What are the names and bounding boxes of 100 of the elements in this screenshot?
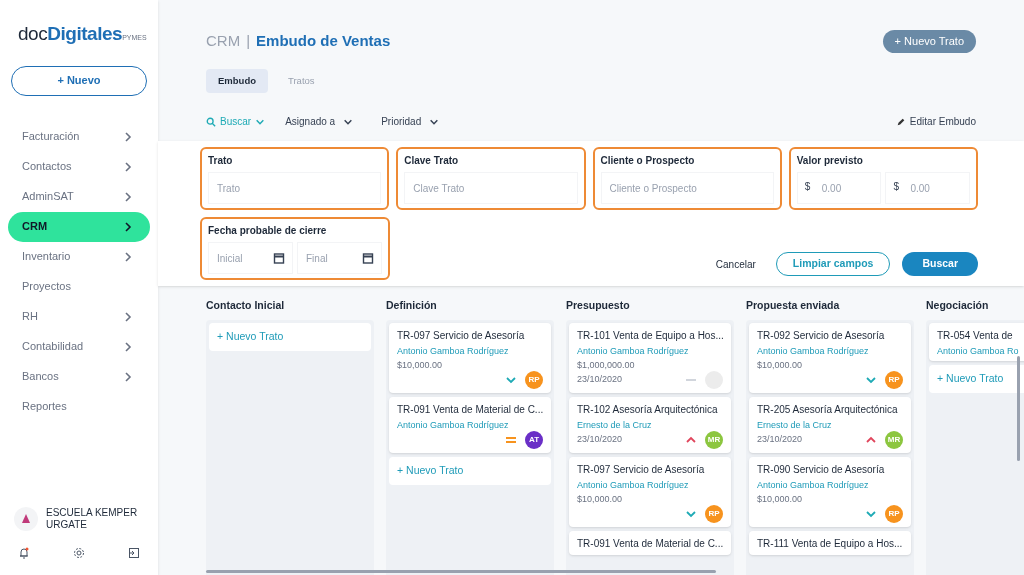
chevron-right-icon (122, 340, 134, 353)
vertical-scrollbar[interactable] (1017, 356, 1020, 461)
search-icon (206, 116, 216, 127)
avatar: RP (705, 504, 723, 523)
filter-dropdown[interactable]: Prioridad (381, 114, 440, 129)
account-avatar (14, 507, 38, 531)
chevron-right-icon (122, 310, 134, 323)
date-field[interactable]: Final (297, 242, 382, 274)
deal-card[interactable]: TR-091 Venta de Material de C... Antonio Gamboa Rodríguez AT (389, 396, 551, 453)
date-field[interactable]: Inicial (208, 242, 293, 274)
search-button[interactable]: Buscar (902, 252, 978, 276)
input-field[interactable]: Cliente o Prospecto (600, 172, 774, 204)
deal-card[interactable]: TR-102 Asesoría Arquitectónica Ernesto de la Cruz 23/10/2020 MR (569, 396, 731, 453)
deal-title: TR-102 Asesoría Arquitectónica (577, 402, 719, 417)
client-name[interactable]: Antonio Gamboa Rodríguez (577, 478, 723, 491)
deal-card[interactable]: TR-205 Asesoría Arquitectónica Ernesto de la Cruz 23/10/2020 MR (749, 396, 911, 453)
field-label: Fecha probable de cierre (208, 224, 328, 238)
sidebar-item[interactable]: AdminSAT (8, 181, 150, 212)
settings-icon[interactable] (73, 547, 85, 559)
chevron-right-icon (122, 250, 134, 263)
chevron-right-icon (122, 370, 134, 383)
deal-title: TR-092 Servicio de Asesoría (757, 328, 886, 343)
cancel-button[interactable]: Cancelar (707, 256, 764, 272)
currency-symbol: $ (804, 181, 811, 193)
account-name: ESCUELA KEMPER URGATE (46, 507, 139, 531)
column-title: Negociación (926, 298, 990, 313)
field-label: Valor previsto (796, 154, 864, 168)
deal-title: TR-091 Venta de Material de C... (577, 536, 723, 551)
avatar: RP (885, 504, 903, 523)
sidebar-item[interactable]: Contactos (8, 151, 150, 182)
deal-amount: $10,000.00 (757, 358, 804, 371)
sidebar-item[interactable]: Contabilidad (8, 331, 150, 362)
add-deal-button[interactable]: + Nuevo Trato (209, 322, 371, 351)
deal-amount: $1,000,000.00 (577, 358, 636, 371)
avatar: MR (705, 430, 723, 449)
client-name[interactable]: Ernesto de la Cruz (577, 418, 723, 431)
deal-date: 23/10/2020 (757, 433, 803, 446)
column-title: Contacto Inicial (206, 298, 286, 313)
sidebar-item[interactable]: Reportes (8, 391, 150, 422)
new-deal-button[interactable]: + Nuevo Trato (882, 30, 976, 53)
deal-card[interactable]: TR-091 Venta de Material de C... (569, 530, 731, 555)
currency-symbol: $ (893, 181, 899, 193)
sidebar-item[interactable]: CRM (8, 211, 150, 242)
deal-date: 23/10/2020 (577, 433, 623, 446)
client-name[interactable]: Antonio Gamboa Rodríguez (577, 344, 723, 357)
horizontal-scrollbar[interactable] (206, 570, 716, 573)
sidebar-item[interactable]: Bancos (8, 361, 150, 392)
add-deal-button[interactable]: + Nuevo Trato (929, 364, 1024, 393)
deal-card[interactable]: TR-092 Servicio de Asesoría Antonio Gamboa Rodríguez $10,000.00 RP (749, 322, 911, 393)
input-field[interactable]: Trato (208, 172, 382, 204)
client-name[interactable]: Antonio Gamboa Rodríguez (757, 478, 903, 491)
field-label: Clave Trato (404, 154, 460, 168)
deal-card[interactable]: TR-097 Servicio de Asesoría Antonio Gamboa Rodríguez $10,000.00 RP (569, 456, 731, 527)
client-name[interactable]: Antonio Gamboa Rodríguez (757, 344, 903, 357)
column-title: Definición (386, 298, 438, 313)
client-name[interactable]: Antonio Gamboa Ro (937, 344, 1024, 357)
client-name[interactable]: Ernesto de la Cruz (757, 418, 903, 431)
deal-card[interactable]: TR-097 Servicio de Asesoría Antonio Gamboa Rodríguez $10,000.00 RP (389, 322, 551, 393)
page-title: Embudo de Ventas (256, 31, 391, 52)
deal-title: TR-111 Venta de Equipo a Hos... (757, 536, 903, 551)
deal-title: TR-091 Venta de Material de C... (397, 402, 543, 417)
column-title: Propuesta enviada (746, 298, 841, 313)
pencil-icon (895, 116, 906, 127)
deal-title: TR-097 Servicio de Asesoría (397, 328, 526, 343)
deal-title: TR-101 Venta de Equipo a Hos... (577, 328, 723, 343)
tab[interactable]: Embudo (206, 69, 268, 93)
deal-card[interactable]: TR-101 Venta de Equipo a Hos... Antonio Gamboa Rodríguez $1,000,000.00 23/10/2020 (569, 322, 731, 393)
chevron-right-icon (122, 190, 134, 203)
filter-dropdown[interactable]: Asignado a (285, 114, 354, 129)
avatar: RP (885, 370, 903, 389)
input-field[interactable]: Clave Trato (404, 172, 578, 204)
field-label: Trato (208, 154, 234, 168)
bell-icon[interactable] (18, 547, 30, 559)
search-dropdown[interactable]: Buscar (206, 114, 266, 129)
deal-card[interactable]: TR-090 Servicio de Asesoría Antonio Gamboa Rodríguez $10,000.00 RP (749, 456, 911, 527)
deal-amount: $10,000.00 (397, 358, 444, 371)
client-name[interactable]: Antonio Gamboa Rodríguez (397, 418, 543, 431)
logout-icon[interactable] (128, 547, 140, 559)
calendar-icon (362, 252, 374, 264)
deal-title: TR-054 Venta de (937, 328, 1014, 343)
avatar: MR (885, 430, 903, 449)
edit-funnel-button[interactable]: Editar Embudo (895, 114, 976, 129)
deal-amount: $10,000.00 (757, 492, 804, 505)
sidebar-item[interactable]: Proyectos (8, 271, 150, 302)
deal-card[interactable]: TR-054 Venta de Antonio Gamboa Ro (929, 322, 1024, 361)
sidebar-item[interactable]: Inventario (8, 241, 150, 272)
sidebar-item[interactable]: Facturación (8, 121, 150, 152)
deal-card[interactable]: TR-111 Venta de Equipo a Hos... (749, 530, 911, 555)
add-deal-button[interactable]: + Nuevo Trato (389, 456, 551, 485)
calendar-icon (273, 252, 285, 264)
client-name[interactable]: Antonio Gamboa Rodríguez (397, 344, 543, 357)
chevron-right-icon (122, 220, 134, 233)
chevron-right-icon (122, 130, 134, 143)
avatar: AT (525, 430, 543, 449)
chevron-right-icon (122, 160, 134, 173)
title-separator: | (246, 31, 251, 52)
deal-date: 23/10/2020 (577, 373, 623, 386)
deal-amount: $10,000.00 (577, 492, 624, 505)
avatar: RP (525, 370, 543, 389)
sidebar-item[interactable]: RH (8, 301, 150, 332)
